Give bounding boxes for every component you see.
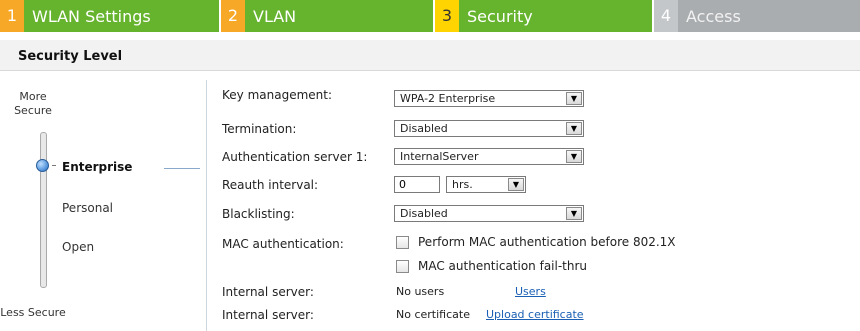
selected-level-pointer (164, 168, 200, 169)
step-access[interactable]: 4 Access (654, 0, 860, 32)
key-management-value: WPA-2 Enterprise (400, 92, 496, 105)
mac-auth-fail-thru-checkbox[interactable] (396, 260, 409, 273)
step-label: Access (686, 6, 741, 26)
internal-server-cert-value: No certificate (396, 308, 470, 321)
upload-certificate-link[interactable]: Upload certificate (486, 308, 584, 321)
dropdown-arrow-icon: ▼ (508, 178, 524, 191)
reauth-unit-value: hrs. (452, 178, 473, 191)
panel-divider (206, 80, 207, 331)
section-header: Security Level (0, 40, 860, 71)
mac-auth-before-8021x-checkbox[interactable] (396, 236, 409, 249)
step-label: Security (467, 6, 533, 26)
termination-value: Disabled (400, 122, 448, 135)
reauth-interval-label: Reauth interval: (222, 178, 319, 192)
dropdown-arrow-icon: ▼ (566, 207, 582, 220)
step-vlan[interactable]: 2 VLAN (221, 0, 435, 32)
termination-label: Termination: (222, 122, 297, 136)
wizard-steps: 1 WLAN Settings 2 VLAN 3 Security 4 Acce… (0, 0, 860, 32)
section-title: Security Level (18, 49, 123, 64)
reauth-unit-select[interactable]: hrs. ▼ (446, 176, 526, 193)
security-option-open[interactable]: Open (62, 240, 94, 254)
internal-server-users-label: Internal server: (222, 285, 314, 299)
security-option-personal[interactable]: Personal (62, 201, 113, 215)
step-wlan-settings[interactable]: 1 WLAN Settings (0, 0, 221, 32)
step-number: 4 (654, 0, 678, 32)
blacklisting-label: Blacklisting: (222, 207, 295, 221)
blacklisting-value: Disabled (400, 207, 448, 220)
dropdown-arrow-icon: ▼ (566, 150, 582, 163)
key-management-select[interactable]: WPA-2 Enterprise ▼ (394, 90, 584, 107)
internal-server-cert-label: Internal server: (222, 308, 314, 322)
security-slider-track[interactable] (40, 132, 47, 288)
less-secure-label: Less Secure (0, 306, 66, 319)
auth-server-label: Authentication server 1: (222, 150, 368, 164)
reauth-interval-input[interactable] (394, 176, 440, 193)
step-label: WLAN Settings (32, 6, 151, 26)
auth-server-select[interactable]: InternalServer ▼ (394, 148, 584, 165)
security-option-enterprise[interactable]: Enterprise (62, 160, 132, 174)
auth-server-value: InternalServer (400, 150, 479, 163)
mac-auth-fail-thru-label: MAC authentication fail-thru (418, 259, 588, 273)
step-label: VLAN (253, 6, 297, 26)
dropdown-arrow-icon: ▼ (566, 122, 582, 135)
key-management-label: Key management: (222, 88, 332, 102)
internal-server-users-value: No users (396, 285, 445, 298)
users-link[interactable]: Users (515, 285, 546, 298)
blacklisting-select[interactable]: Disabled ▼ (394, 205, 584, 222)
step-number: 2 (221, 0, 245, 32)
termination-select[interactable]: Disabled ▼ (394, 120, 584, 137)
dropdown-arrow-icon: ▼ (566, 92, 582, 105)
security-slider-knob[interactable] (36, 159, 49, 172)
step-security[interactable]: 3 Security (435, 0, 654, 32)
step-number: 1 (0, 0, 24, 32)
mac-auth-before-8021x-label: Perform MAC authentication before 802.1X (418, 235, 676, 249)
mac-auth-label: MAC authentication: (222, 237, 344, 251)
step-number: 3 (435, 0, 459, 32)
slider-tick (52, 165, 56, 166)
more-secure-label: More Secure (14, 90, 52, 117)
